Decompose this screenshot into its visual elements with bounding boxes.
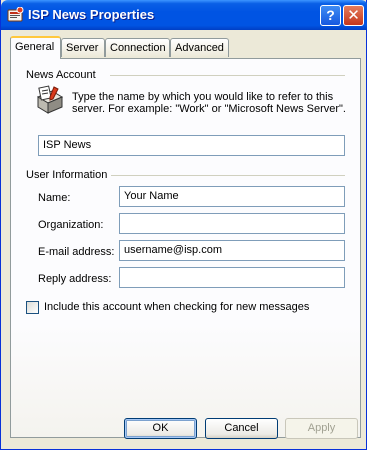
tab-connection[interactable]: Connection [105, 38, 170, 57]
close-button[interactable]: ✕ [343, 5, 364, 26]
include-account-label[interactable]: Include this account when checking for n… [44, 301, 309, 313]
news-account-divider [110, 75, 345, 76]
include-account-checkbox[interactable] [26, 301, 39, 314]
name-label: Name: [38, 192, 71, 204]
email-label: E-mail address: [38, 246, 115, 258]
news-server-icon [36, 85, 64, 114]
tab-general[interactable]: General [10, 36, 61, 59]
properties-dialog: ISP News Properties ? ✕ General Server C… [0, 0, 367, 450]
user-information-divider [111, 175, 345, 176]
window-title: ISP News Properties [28, 7, 155, 22]
ok-button[interactable]: OK [124, 418, 197, 439]
cancel-button[interactable]: Cancel [205, 418, 278, 439]
reply-address-field[interactable] [119, 267, 345, 288]
news-account-icon [7, 7, 24, 22]
organization-label: Organization: [38, 219, 104, 231]
title-bar[interactable]: ISP News Properties ? ✕ [1, 0, 367, 30]
news-account-group-label: News Account [26, 69, 96, 81]
news-account-description: Type the name by which you would like to… [72, 91, 346, 115]
email-field[interactable]: username@isp.com [119, 240, 345, 261]
help-button[interactable]: ? [320, 5, 341, 26]
name-field[interactable]: Your Name [119, 186, 345, 207]
organization-field[interactable] [119, 213, 345, 234]
account-name-field[interactable]: ISP News [38, 135, 345, 156]
general-tab-panel: News Account Type the name by which you … [10, 58, 361, 438]
user-information-group-label: User Information [26, 169, 108, 181]
dialog-client: General Server Connection Advanced News … [4, 30, 365, 447]
tab-advanced[interactable]: Advanced [170, 38, 229, 57]
tab-server[interactable]: Server [61, 38, 105, 57]
apply-button[interactable]: Apply [285, 418, 358, 439]
reply-address-label: Reply address: [38, 273, 112, 285]
